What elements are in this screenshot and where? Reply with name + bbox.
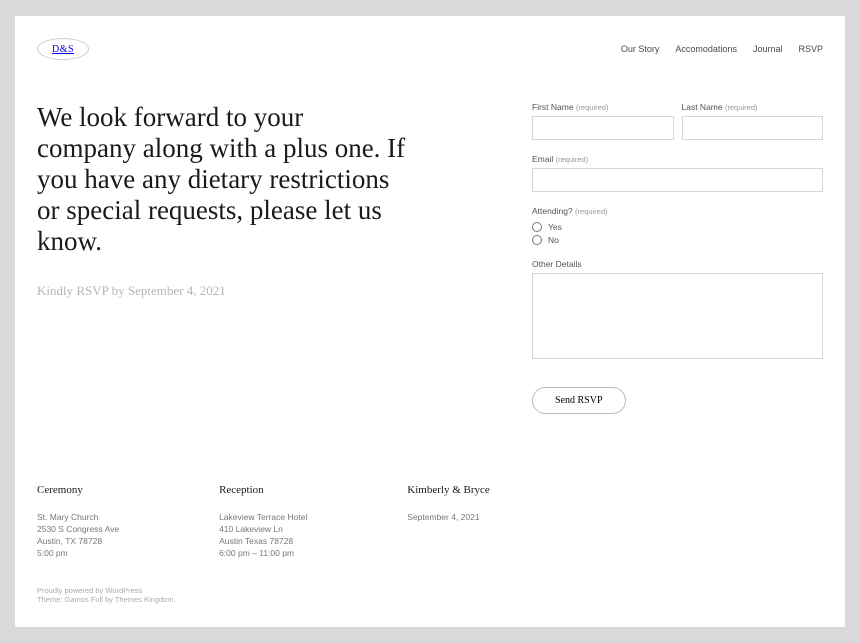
nav-rsvp[interactable]: RSVP [798, 44, 823, 54]
attending-no-label: No [548, 235, 559, 245]
footer: Ceremony St. Mary Church 2530 S Congress… [37, 484, 823, 560]
attending-no-radio[interactable] [532, 235, 542, 245]
first-name-label: First Name (required) [532, 102, 674, 112]
site-credits: Proudly powered by WordPress Theme: Gamo… [37, 586, 823, 606]
couple-title: Kimberly & Bryce [407, 484, 489, 496]
email-input[interactable] [532, 168, 823, 192]
email-field: Email (required) [532, 154, 823, 192]
nav-accomodations[interactable]: Accomodations [675, 44, 737, 54]
credits-text: by [103, 595, 115, 604]
theme-link[interactable]: Gamos Full [65, 595, 103, 604]
other-details-field: Other Details [532, 259, 823, 359]
ceremony-line: St. Mary Church [37, 512, 119, 524]
wordpress-link[interactable]: WordPress [105, 586, 142, 595]
last-name-label: Last Name (required) [682, 102, 824, 112]
main-content: We look forward to your company along wi… [37, 102, 823, 414]
page-card: D&S Our Story Accomodations Journal RSVP… [15, 16, 845, 627]
first-name-field: First Name (required) [532, 102, 674, 140]
nav-journal[interactable]: Journal [753, 44, 783, 54]
reception-title: Reception [219, 484, 307, 496]
last-name-field: Last Name (required) [682, 102, 824, 140]
credits-text: Proudly powered by [37, 586, 105, 595]
credits-text: Theme: [37, 595, 65, 604]
send-rsvp-button[interactable]: Send RSVP [532, 387, 626, 414]
ceremony-title: Ceremony [37, 484, 119, 496]
header: D&S Our Story Accomodations Journal RSVP [37, 38, 823, 60]
rsvp-deadline: Kindly RSVP by September 4, 2021 [37, 283, 407, 299]
page-headline: We look forward to your company along wi… [37, 102, 407, 257]
reception-line: Austin Texas 78728 [219, 536, 307, 548]
first-name-input[interactable] [532, 116, 674, 140]
reception-line: 6:00 pm – 11:00 pm [219, 548, 307, 560]
nav-our-story[interactable]: Our Story [621, 44, 660, 54]
intro-block: We look forward to your company along wi… [37, 102, 407, 414]
ceremony-line: 2530 S Congress Ave [37, 524, 119, 536]
themes-kingdom-link[interactable]: Themes Kingdom [115, 595, 174, 604]
attending-label: Attending? (required) [532, 206, 823, 216]
attending-field: Attending? (required) Yes No [532, 206, 823, 245]
attending-yes-radio[interactable] [532, 222, 542, 232]
primary-nav: Our Story Accomodations Journal RSVP [621, 44, 823, 55]
reception-line: 410 Lakeview Ln [219, 524, 307, 536]
attending-yes-label: Yes [548, 222, 562, 232]
last-name-input[interactable] [682, 116, 824, 140]
footer-ceremony: Ceremony St. Mary Church 2530 S Congress… [37, 484, 119, 560]
rsvp-form: First Name (required) Last Name (require… [532, 102, 823, 414]
ceremony-line: 5:00 pm [37, 548, 119, 560]
logo[interactable]: D&S [37, 38, 89, 60]
credits-text: . [174, 595, 176, 604]
other-details-label: Other Details [532, 259, 823, 269]
email-label: Email (required) [532, 154, 823, 164]
reception-line: Lakeview Terrace Hotel [219, 512, 307, 524]
ceremony-line: Austin, TX 78728 [37, 536, 119, 548]
footer-reception: Reception Lakeview Terrace Hotel 410 Lak… [219, 484, 307, 560]
attending-no-option[interactable]: No [532, 235, 823, 245]
couple-date: September 4, 2021 [407, 512, 489, 524]
footer-couple: Kimberly & Bryce September 4, 2021 [407, 484, 489, 560]
attending-yes-option[interactable]: Yes [532, 222, 823, 232]
other-details-input[interactable] [532, 273, 823, 359]
